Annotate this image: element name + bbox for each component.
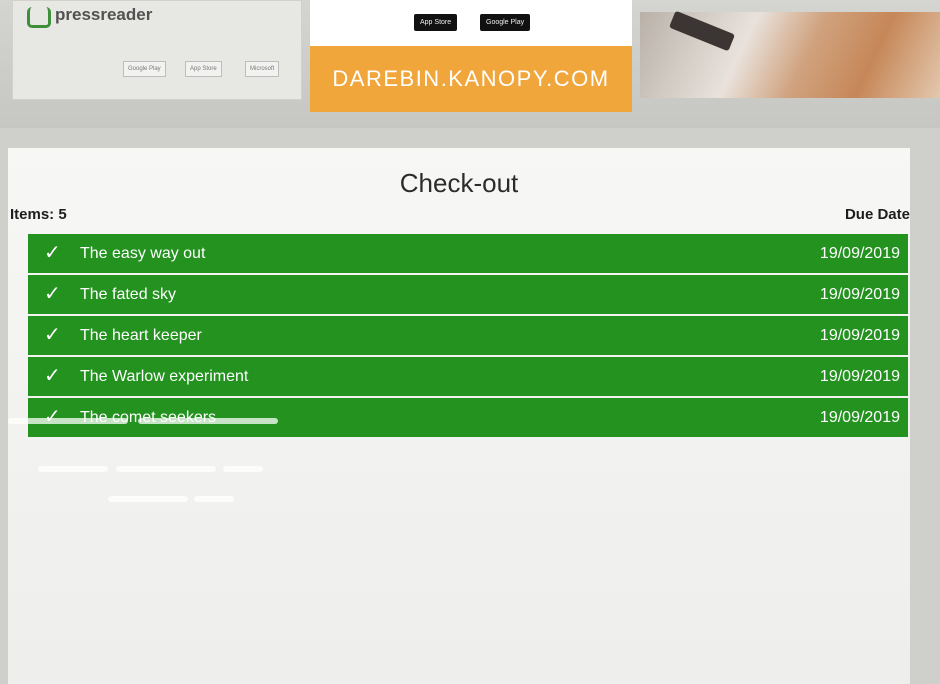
- item-title: The Warlow experiment: [80, 368, 249, 385]
- due-date-header: Due Date: [844, 206, 910, 223]
- check-icon: ✓: [44, 365, 61, 387]
- screen-glare: [8, 418, 128, 424]
- item-due-date: 19/09/2019: [819, 409, 900, 426]
- screen-glare: [223, 466, 263, 472]
- page-title: Check-out: [399, 168, 519, 198]
- list-item[interactable]: ✓ The Warlow experiment 19/09/2019: [28, 357, 908, 396]
- google-play-badge: Google Play: [123, 61, 166, 77]
- kanopy-poster: App Store Google Play DAREBIN.KANOPY.COM: [310, 0, 632, 112]
- item-due-date: 19/09/2019: [819, 327, 900, 344]
- screen-glare: [138, 418, 278, 424]
- check-icon: ✓: [44, 406, 61, 428]
- list-item[interactable]: ✓ The heart keeper 19/09/2019: [28, 316, 908, 355]
- item-due-date: 19/09/2019: [819, 368, 900, 385]
- items-count: Items: 5: [10, 206, 67, 223]
- screen-glare: [116, 466, 216, 472]
- checkout-screen: Check-out Items: 5 Due Date ✓ The easy w…: [8, 148, 910, 684]
- phone-image: [668, 10, 736, 52]
- item-due-date: 19/09/2019: [819, 286, 900, 303]
- item-title: The easy way out: [80, 245, 206, 262]
- kiosk-banner: pressreader Google Play App Store Micros…: [0, 0, 940, 128]
- microsoft-badge: Microsoft: [245, 61, 280, 77]
- check-icon: ✓: [44, 283, 61, 305]
- check-icon: ✓: [44, 242, 61, 264]
- list-item[interactable]: ✓ The fated sky 19/09/2019: [28, 275, 908, 314]
- pressreader-name: pressreader: [55, 5, 153, 24]
- item-title: The fated sky: [80, 286, 177, 303]
- kanopy-app-store-badge: App Store: [414, 14, 458, 31]
- item-due-date: 19/09/2019: [819, 245, 900, 262]
- screen-glare: [38, 466, 108, 472]
- pressreader-logo-icon: [27, 7, 51, 28]
- checkout-list: ✓ The easy way out 19/09/2019 ✓ The fate…: [28, 234, 908, 439]
- app-store-badge: App Store: [185, 61, 222, 77]
- screen-glare: [108, 496, 188, 502]
- item-title: The heart keeper: [80, 327, 202, 344]
- check-icon: ✓: [44, 324, 61, 346]
- pressreader-poster: pressreader Google Play App Store Micros…: [12, 0, 302, 100]
- kanopy-url-strip: DAREBIN.KANOPY.COM: [310, 46, 632, 112]
- promo-photo: [640, 10, 940, 98]
- list-item[interactable]: ✓ The easy way out 19/09/2019: [28, 234, 908, 273]
- kanopy-google-play-badge: Google Play: [480, 14, 531, 31]
- kanopy-url: DAREBIN.KANOPY.COM: [332, 66, 610, 91]
- screen-glare: [194, 496, 234, 502]
